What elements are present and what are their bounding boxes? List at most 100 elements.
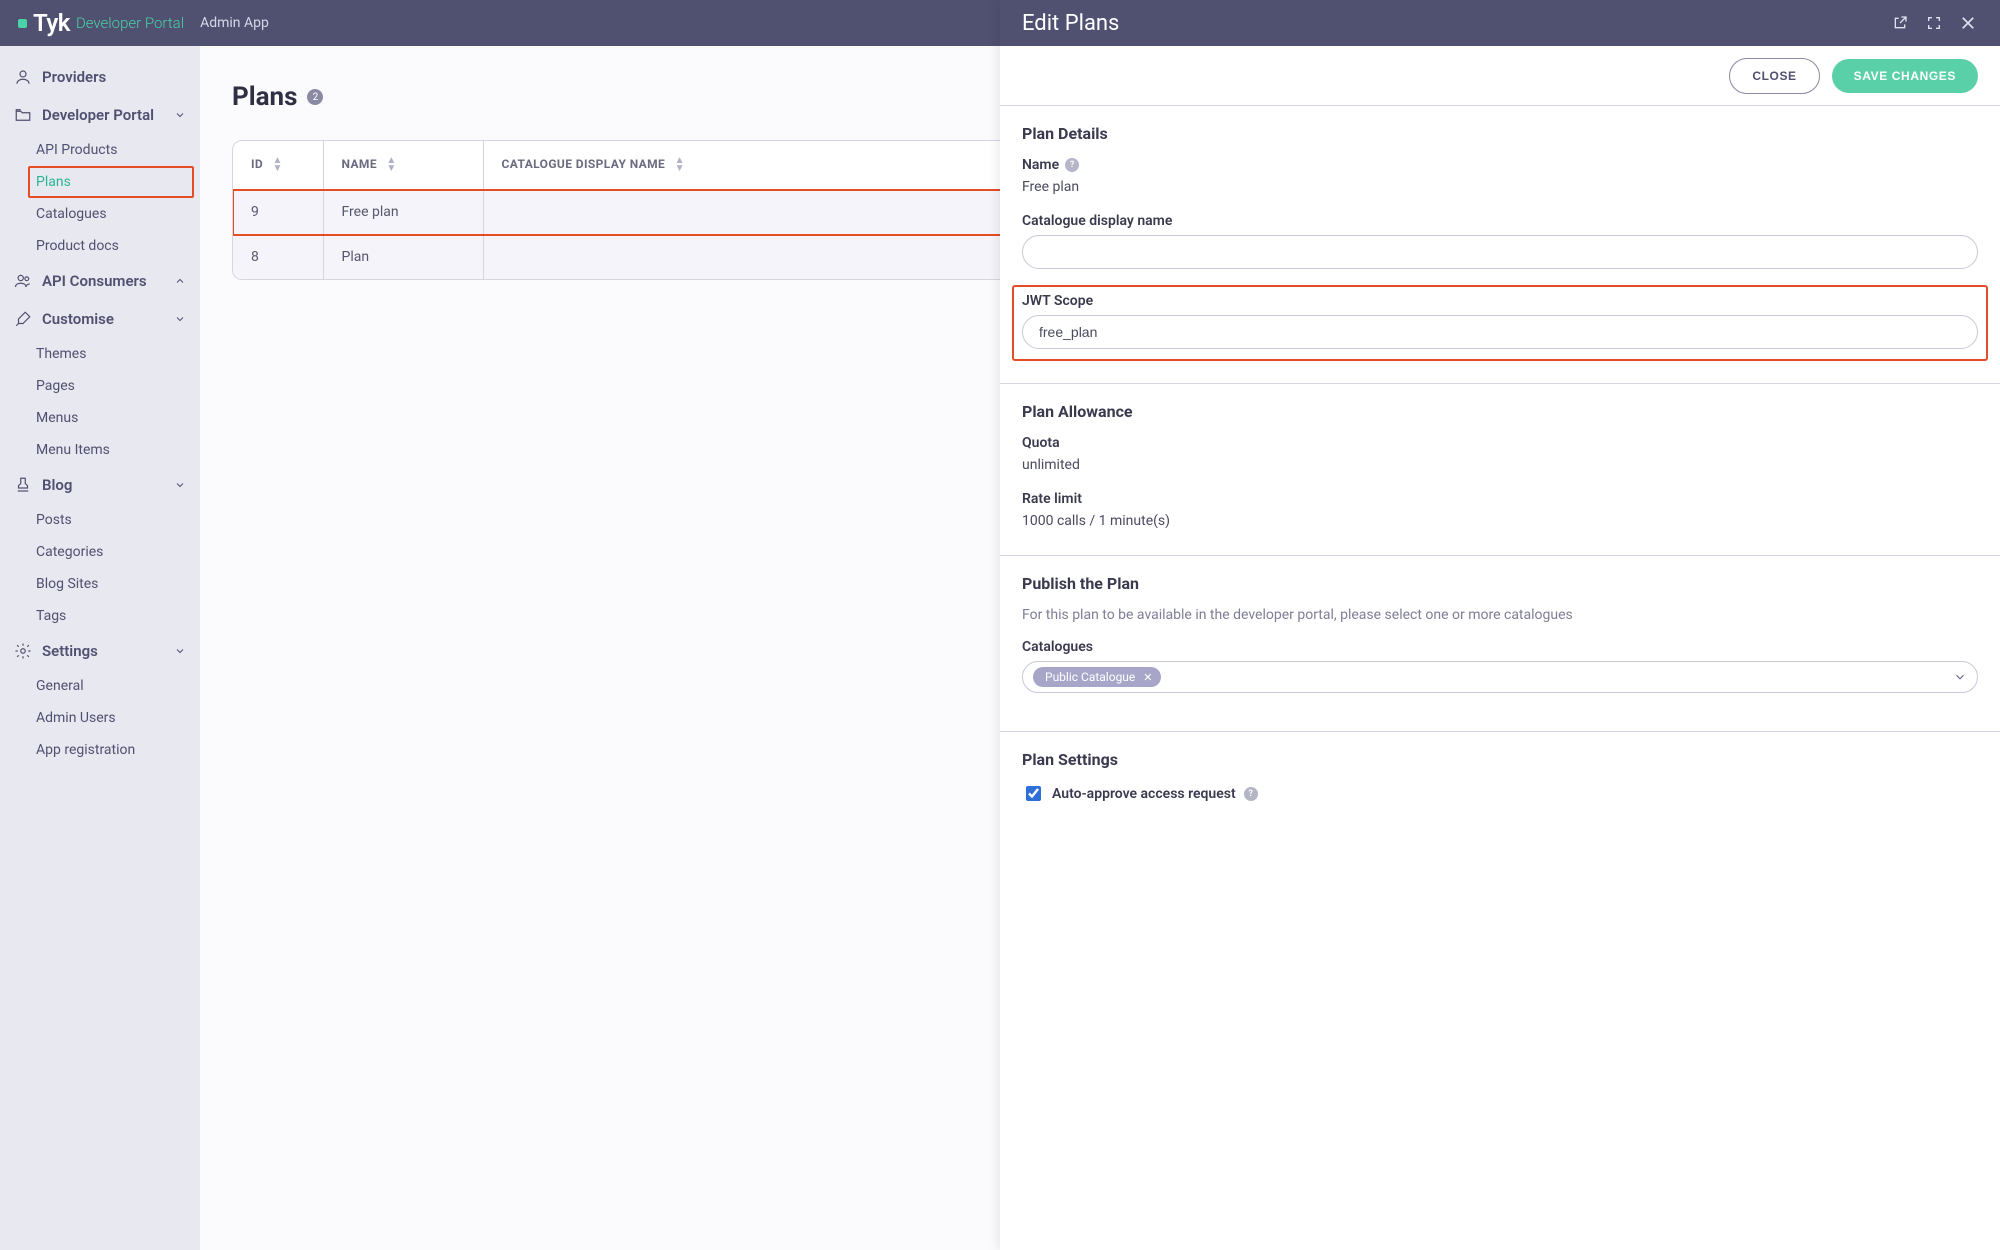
help-icon[interactable]: ? <box>1244 787 1258 801</box>
brand-subtitle: Developer Portal <box>76 14 184 32</box>
sidebar-item-label: Developer Portal <box>42 106 154 124</box>
jwt-scope-input[interactable] <box>1022 315 1978 349</box>
checkbox-label: Auto-approve access request <box>1052 786 1236 802</box>
sidebar-sub-plans[interactable]: Plans <box>28 166 194 198</box>
save-button[interactable]: SAVE CHANGES <box>1832 59 1978 93</box>
section-heading: Publish the Plan <box>1022 574 1978 593</box>
sidebar-sub-menu-items[interactable]: Menu Items <box>0 434 200 466</box>
field-label: Quota <box>1022 435 1060 451</box>
auto-approve-checkbox[interactable] <box>1026 786 1041 801</box>
sidebar-sub-admin-users[interactable]: Admin Users <box>0 702 200 734</box>
section-heading: Plan Settings <box>1022 750 1978 769</box>
close-icon[interactable] <box>1958 13 1978 33</box>
sidebar-sub-pages[interactable]: Pages <box>0 370 200 402</box>
catalogue-tag: Public Catalogue ✕ <box>1033 667 1161 687</box>
close-button[interactable]: CLOSE <box>1729 58 1819 94</box>
page-title: Plans <box>232 82 297 112</box>
sidebar-sub-api-products[interactable]: API Products <box>0 134 200 166</box>
section-heading: Plan Details <box>1022 124 1978 143</box>
catalogue-display-name-input[interactable] <box>1022 235 1978 269</box>
fullscreen-icon[interactable] <box>1924 13 1944 33</box>
sidebar-item-label: Customise <box>42 310 114 328</box>
field-value: 1000 calls / 1 minute(s) <box>1022 513 1978 529</box>
tag-label: Public Catalogue <box>1045 670 1135 684</box>
section-heading: Plan Allowance <box>1022 402 1978 421</box>
section-publish-plan: Publish the Plan For this plan to be ava… <box>1000 556 2000 732</box>
sidebar-sub-app-registration[interactable]: App registration <box>0 734 200 766</box>
remove-tag-icon[interactable]: ✕ <box>1143 671 1152 684</box>
cell-id: 9 <box>233 190 323 235</box>
cell-name: Plan <box>323 235 483 280</box>
auto-approve-row[interactable]: Auto-approve access request ? <box>1022 783 1978 804</box>
brand-text: Tyk <box>33 9 70 37</box>
open-external-icon[interactable] <box>1890 13 1910 33</box>
sidebar-item-label: Blog <box>42 476 72 494</box>
cell-id: 8 <box>233 235 323 280</box>
sidebar-item-api-consumers[interactable]: API Consumers <box>0 262 200 300</box>
panel-actions: CLOSE SAVE CHANGES <box>1000 46 2000 106</box>
field-label: JWT Scope <box>1022 293 1093 309</box>
sidebar-item-customise[interactable]: Customise <box>0 300 200 338</box>
sidebar-sub-general[interactable]: General <box>0 670 200 702</box>
cell-name: Free plan <box>323 190 483 235</box>
section-plan-allowance: Plan Allowance Quota unlimited Rate limi… <box>1000 384 2000 556</box>
chevron-down-icon <box>174 479 186 491</box>
sidebar-sub-menus[interactable]: Menus <box>0 402 200 434</box>
sidebar-item-blog[interactable]: Blog <box>0 466 200 504</box>
field-name: Name ? Free plan <box>1022 157 1978 195</box>
sidebar-item-label: API Consumers <box>42 272 147 290</box>
logo-square-icon <box>18 19 27 28</box>
sidebar-sub-posts[interactable]: Posts <box>0 504 200 536</box>
sidebar-sub-catalogues[interactable]: Catalogues <box>0 198 200 230</box>
col-name[interactable]: NAME ▲▼ <box>323 141 483 190</box>
panel-title: Edit Plans <box>1022 11 1876 36</box>
sidebar-item-label: Providers <box>42 68 106 86</box>
panel-body: Plan Details Name ? Free plan Catalogue … <box>1000 106 2000 1250</box>
app-label: Admin App <box>200 15 269 31</box>
panel-header: Edit Plans <box>1000 0 2000 46</box>
edit-panel: Edit Plans CLOSE SAVE CHANGES Plan Detai… <box>1000 0 2000 1250</box>
folder-icon <box>14 106 32 124</box>
field-catalogues: Catalogues Public Catalogue ✕ <box>1022 639 1978 693</box>
sidebar-item-providers[interactable]: Providers <box>0 58 200 96</box>
sidebar-sub-themes[interactable]: Themes <box>0 338 200 370</box>
sidebar-item-label: Settings <box>42 642 98 660</box>
sort-icon: ▲▼ <box>675 157 685 173</box>
sidebar: Providers Developer Portal API Products … <box>0 46 200 1250</box>
gear-icon <box>14 642 32 660</box>
help-icon[interactable]: ? <box>1065 158 1079 172</box>
chevron-down-icon <box>174 109 186 121</box>
field-quota: Quota unlimited <box>1022 435 1978 473</box>
col-id[interactable]: ID ▲▼ <box>233 141 323 190</box>
field-catalogue-display-name: Catalogue display name <box>1022 213 1978 269</box>
users-icon <box>14 272 32 290</box>
field-label: Name <box>1022 157 1059 173</box>
field-value: Free plan <box>1022 179 1978 195</box>
sidebar-sub-categories[interactable]: Categories <box>0 536 200 568</box>
count-badge: 2 <box>307 89 323 105</box>
field-label: Catalogue display name <box>1022 213 1172 229</box>
field-rate-limit: Rate limit 1000 calls / 1 minute(s) <box>1022 491 1978 529</box>
field-value: unlimited <box>1022 457 1978 473</box>
stamp-icon <box>14 476 32 494</box>
section-plan-settings: Plan Settings Auto-approve access reques… <box>1000 732 2000 826</box>
chevron-down-icon <box>174 645 186 657</box>
chevron-down-icon <box>1953 670 1967 684</box>
app-logo[interactable]: Tyk Developer Portal <box>18 9 184 37</box>
section-description: For this plan to be available in the dev… <box>1022 607 1978 623</box>
sidebar-item-settings[interactable]: Settings <box>0 632 200 670</box>
section-plan-details: Plan Details Name ? Free plan Catalogue … <box>1000 106 2000 384</box>
field-label: Catalogues <box>1022 639 1093 655</box>
sort-icon: ▲▼ <box>273 157 283 173</box>
sidebar-sub-product-docs[interactable]: Product docs <box>0 230 200 262</box>
sort-icon: ▲▼ <box>386 157 396 173</box>
user-icon <box>14 68 32 86</box>
brush-icon <box>14 310 32 328</box>
field-jwt-scope-highlight: JWT Scope <box>1012 285 1988 361</box>
field-label: Rate limit <box>1022 491 1082 507</box>
chevron-up-icon <box>174 275 186 287</box>
sidebar-sub-blog-sites[interactable]: Blog Sites <box>0 568 200 600</box>
sidebar-sub-tags[interactable]: Tags <box>0 600 200 632</box>
sidebar-item-developer-portal[interactable]: Developer Portal <box>0 96 200 134</box>
catalogues-select[interactable]: Public Catalogue ✕ <box>1022 661 1978 693</box>
